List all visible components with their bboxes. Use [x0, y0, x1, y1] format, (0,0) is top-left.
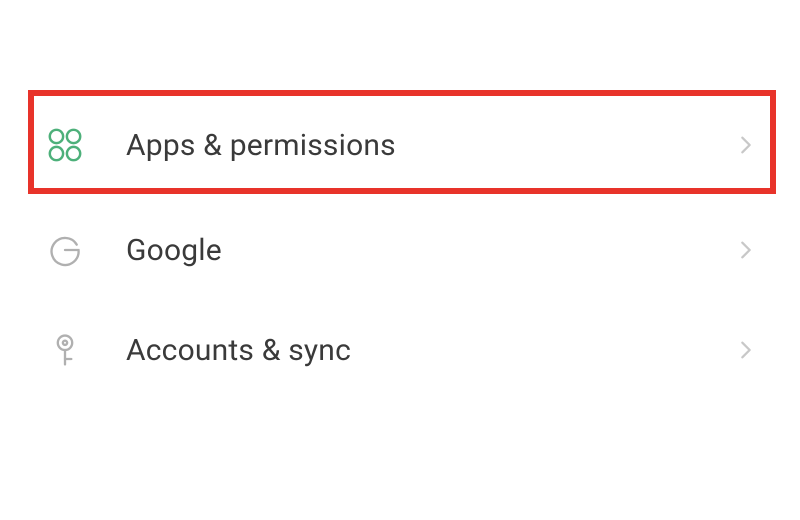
settings-item-label: Google — [126, 233, 732, 268]
chevron-right-icon — [732, 336, 760, 364]
settings-item-label: Apps & permissions — [126, 128, 732, 163]
settings-item-apps-permissions[interactable]: Apps & permissions — [0, 90, 800, 200]
apps-icon — [46, 126, 84, 164]
settings-list: Apps & permissions Google — [0, 0, 800, 400]
key-icon — [46, 331, 84, 369]
chevron-right-icon — [732, 131, 760, 159]
google-icon — [46, 231, 84, 269]
settings-item-accounts-sync[interactable]: Accounts & sync — [0, 300, 800, 400]
settings-item-label: Accounts & sync — [126, 333, 732, 368]
chevron-right-icon — [732, 236, 760, 264]
settings-item-google[interactable]: Google — [0, 200, 800, 300]
